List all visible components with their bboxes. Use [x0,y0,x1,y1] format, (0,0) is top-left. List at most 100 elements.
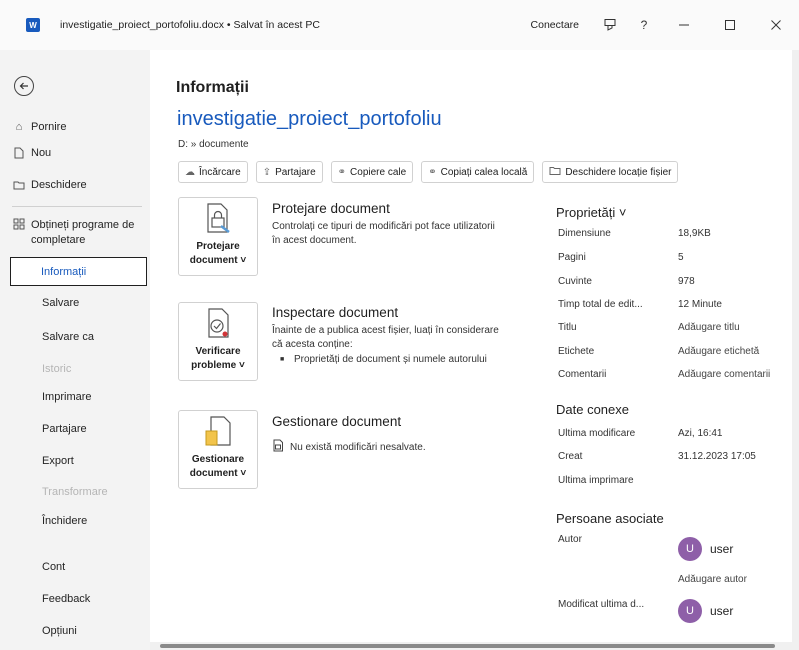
document-status-icon [272,439,284,455]
nav-history: Istoric [42,363,72,375]
nav-home[interactable]: ⌂ Pornire [12,116,146,138]
check-issues-label: Verificare [195,346,241,357]
nav-divider [12,206,142,207]
inspect-description: Înainte de a publica acest fișier, luați… [272,325,499,350]
info-panel: Informații investigatie_proiect_portofol… [150,50,799,650]
nav-save-as[interactable]: Salvare ca [12,326,146,348]
nav-print[interactable]: Imprimare [12,386,146,408]
nav-open[interactable]: Deschidere [12,174,146,196]
manage-document-icon [205,416,231,446]
protect-description: Controlați ce tipuri de modificări pot f… [272,221,495,246]
nav-home-label: Pornire [31,121,67,133]
folder-icon [549,166,561,179]
related-people-heading: Persoane asociate [556,511,664,526]
last-modified-value: Azi, 16:41 [678,428,723,439]
copy-path-button-label: Copiere cale [350,166,407,178]
horizontal-scrollbar-thumb[interactable] [160,644,775,648]
prop-words-label: Cuvinte [558,276,592,287]
last-printed-label: Ultima imprimare [558,475,634,486]
inspect-document-icon [208,308,229,338]
nav-new[interactable]: Nou [12,142,146,164]
nav-feedback[interactable]: Feedback [12,588,146,610]
prop-edit-time-label: Timp total de edit... [558,299,643,310]
word-app-icon: W [26,18,40,32]
unsaved-changes-status: Nu există modificări nesalvate. [272,439,426,455]
add-author-link[interactable]: Adăugare autor [678,574,747,585]
prop-words-value: 978 [678,276,695,287]
upload-button[interactable]: ☁ Încărcare [178,161,248,183]
vertical-scrollbar[interactable] [792,50,799,650]
created-value: 31.12.2023 17:05 [678,451,756,462]
document-name: investigatie_proiect_portofoliu [177,108,442,130]
protect-document-label: Protejare [196,241,240,252]
link-icon: ⚭ [428,166,437,178]
open-file-location-button[interactable]: Deschidere locație fișier [542,161,679,183]
protect-heading: Protejare document [272,201,390,216]
nav-save[interactable]: Salvare [12,292,146,314]
prop-size-label: Dimensiune [558,228,611,239]
maximize-icon[interactable] [707,10,753,40]
backstage-nav: ⌂ Pornire Nou Deschidere Obțineți progra… [0,50,150,650]
nav-options[interactable]: Opțiuni [12,620,146,642]
nav-account[interactable]: Cont [12,556,146,578]
close-icon[interactable] [753,10,799,40]
nav-get-addins[interactable]: Obțineți programe de completare [12,218,146,250]
manage-document-button[interactable]: Gestionare document ˅ [178,410,258,489]
author-avatar[interactable]: U [678,537,702,561]
link-icon: ⚭ [337,166,347,178]
nav-export[interactable]: Export [12,450,146,472]
check-issues-label-dropdown: probleme ˅ [191,360,245,371]
sign-in-link[interactable]: Conectare [531,19,579,31]
upload-icon: ☁ [185,166,195,178]
share-button[interactable]: ⇪ Partajare [255,161,323,183]
folder-open-icon [12,180,26,191]
open-file-location-button-label: Deschidere locație fișier [565,166,672,178]
nav-share[interactable]: Partajare [12,418,146,440]
prop-comments-input[interactable]: Adăugare comentarii [678,369,770,380]
nav-transform: Transformare [42,486,108,498]
prop-pages-label: Pagini [558,252,586,263]
document-path[interactable]: D: » documente [178,139,249,150]
copy-path-button[interactable]: ⚭ Copiere cale [330,161,414,183]
inspect-heading: Inspectare document [272,305,399,320]
nav-info[interactable]: Informații [10,257,147,286]
horizontal-scrollbar[interactable] [150,642,799,650]
author-name[interactable]: user [710,542,733,556]
prop-size-value: 18,9KB [678,228,711,239]
minimize-icon[interactable] [661,10,707,40]
addins-icon [12,218,26,230]
check-issues-button[interactable]: Verificare probleme ˅ [178,302,258,381]
nav-get-addins-label: Obțineți programe de completare [31,219,135,246]
help-icon[interactable]: ? [627,10,661,40]
manage-document-label: Gestionare [191,454,245,465]
related-dates-heading: Date conexe [556,402,629,417]
manage-document-label-dropdown: document ˅ [189,468,247,479]
lock-document-icon [207,203,230,233]
prop-title-label: Titlu [558,322,577,333]
prop-edit-time-value: 12 Minute [678,299,722,310]
share-button-label: Partajare [275,166,316,178]
ribbon-display-icon[interactable] [593,10,627,40]
last-modified-by-avatar[interactable]: U [678,599,702,623]
author-label: Autor [558,534,582,545]
new-document-icon [12,147,26,159]
unsaved-changes-text: Nu există modificări nesalvate. [290,441,426,453]
prop-title-input[interactable]: Adăugare titlu [678,322,740,333]
last-modified-by-name[interactable]: user [710,604,733,618]
prop-pages-value: 5 [678,252,684,263]
properties-dropdown[interactable]: Proprietăți ˅ [556,205,626,220]
last-modified-label: Ultima modificare [558,428,636,439]
protect-document-button[interactable]: Protejare document ˅ [178,197,258,276]
prop-tags-input[interactable]: Adăugare etichetă [678,346,759,357]
copy-local-path-button[interactable]: ⚭ Copiați calea locală [421,161,535,183]
nav-info-label: Informații [41,265,87,278]
prop-tags-label: Etichete [558,346,595,357]
file-actions: ☁ Încărcare ⇪ Partajare ⚭ Copiere cale ⚭… [178,161,679,183]
prop-comments-label: Comentarii [558,369,607,380]
home-icon: ⌂ [15,121,23,133]
nav-open-label: Deschidere [31,179,87,191]
back-arrow-icon[interactable] [14,76,34,96]
title-bar: W investigatie_proiect_portofoliu.docx •… [0,0,799,50]
nav-close[interactable]: Închidere [12,510,146,532]
copy-local-path-button-label: Copiați calea locală [440,166,528,178]
